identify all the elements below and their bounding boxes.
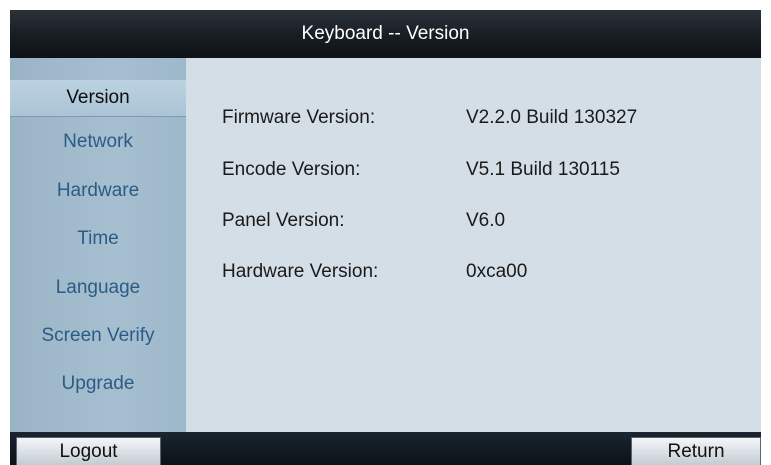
sidebar-item-network[interactable]: Network (10, 122, 186, 162)
sidebar-item-version[interactable]: Version (10, 80, 186, 117)
return-button[interactable]: Return (631, 437, 761, 465)
encode-version-row: Encode Version: V5.1 Build 130115 (222, 155, 742, 185)
sidebar-item-time[interactable]: Time (10, 219, 186, 259)
window-title: Keyboard -- Version (10, 10, 761, 58)
encode-version-value: V5.1 Build 130115 (466, 159, 620, 180)
sidebar-item-screen-verify[interactable]: Screen Verify (10, 316, 186, 356)
sidebar-menu: Version Network Hardware Time Language S… (10, 58, 186, 432)
sidebar-item-upgrade[interactable]: Upgrade (10, 364, 186, 404)
panel-version-label: Panel Version: (222, 210, 345, 231)
firmware-version-row: Firmware Version: V2.2.0 Build 130327 (222, 103, 742, 133)
encode-version-label: Encode Version: (222, 159, 361, 180)
panel-version-value: V6.0 (466, 210, 506, 231)
firmware-version-value: V2.2.0 Build 130327 (466, 107, 638, 128)
hardware-version-row: Hardware Version: 0xca00 (222, 257, 742, 287)
keyboard-screen: Keyboard -- Version Version Network Hard… (10, 10, 761, 465)
logout-button[interactable]: Logout (16, 437, 161, 465)
sidebar-item-hardware[interactable]: Hardware (10, 171, 186, 211)
hardware-version-label: Hardware Version: (222, 261, 379, 282)
sidebar-item-language[interactable]: Language (10, 268, 186, 308)
hardware-version-value: 0xca00 (466, 261, 528, 282)
panel-version-row: Panel Version: V6.0 (222, 206, 742, 236)
firmware-version-label: Firmware Version: (222, 107, 376, 128)
version-panel: Firmware Version: V2.2.0 Build 130327 En… (186, 58, 761, 432)
bottom-bar: Logout Return (10, 432, 761, 465)
